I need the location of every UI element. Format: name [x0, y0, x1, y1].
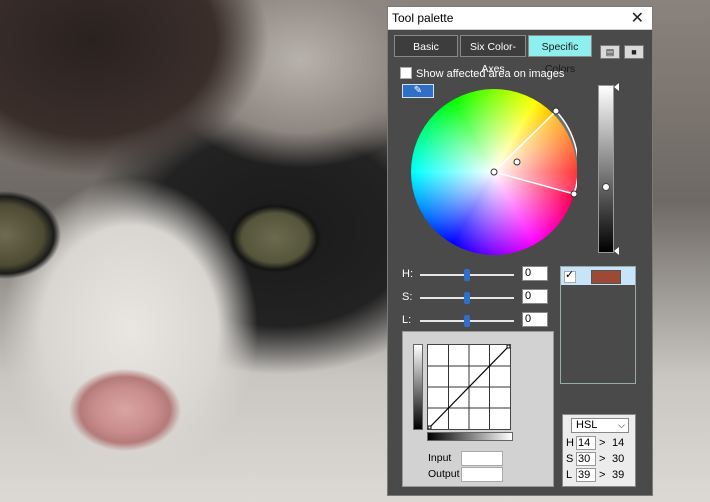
slider-s-input[interactable]: 0 — [522, 289, 548, 304]
slider-s-knob[interactable] — [464, 292, 470, 304]
folder-icon[interactable]: ▤ — [600, 45, 620, 59]
hsl-s-output: 30 — [612, 453, 625, 465]
tone-curve-panel: Input Output — [402, 331, 554, 487]
tab-six-color-axes[interactable]: Six Color-Axes — [460, 35, 526, 75]
slider-s-label: S: — [402, 291, 413, 303]
color-mode-value: HSL — [576, 419, 598, 431]
hsl-s-input[interactable]: 30 — [576, 452, 596, 466]
hsl-h-label: H — [566, 437, 574, 449]
color-mode-select[interactable]: HSL ⌵ — [571, 418, 629, 433]
hsl-l-label: L — [566, 469, 573, 481]
slider-l-input[interactable]: 0 — [522, 312, 548, 327]
hsl-l-input[interactable]: 39 — [576, 468, 596, 482]
slider-l-label: L: — [402, 314, 412, 326]
hsl-panel: HSL ⌵ H 14 > 14 S 30 > 30 L 39 > 39 — [562, 414, 636, 487]
tab-strip: Basic Six Color-Axes Specific Colors — [394, 35, 594, 75]
hsl-h-input[interactable]: 14 — [576, 436, 596, 450]
lightness-top-marker[interactable] — [614, 83, 619, 91]
slider-h-knob[interactable] — [464, 269, 470, 281]
slider-h-input[interactable]: 0 — [522, 266, 548, 281]
color-wheel[interactable] — [411, 89, 577, 255]
color-swatch[interactable] — [591, 270, 621, 284]
title-bar[interactable]: Tool palette ✕ — [388, 7, 652, 30]
hsl-s-label: S — [566, 453, 574, 465]
input-field[interactable] — [461, 451, 503, 466]
save-icon[interactable]: ■ — [624, 45, 644, 59]
eyedropper-icon[interactable]: ✎ — [402, 84, 434, 98]
chevron-down-icon: ⌵ — [618, 420, 625, 430]
arrow-icon: > — [599, 437, 606, 449]
checkbox-icon[interactable] — [400, 67, 412, 79]
output-field[interactable] — [461, 467, 503, 482]
window-title: Tool palette — [392, 11, 454, 25]
slider-l-knob[interactable] — [464, 315, 470, 327]
arrow-icon: > — [599, 469, 606, 481]
tab-specific-colors[interactable]: Specific Colors — [528, 35, 592, 75]
lightness-bottom-marker[interactable] — [614, 247, 619, 255]
hsl-l-output: 39 — [612, 469, 625, 481]
specific-color-list[interactable]: ✓ — [560, 266, 636, 384]
slider-h-label: H: — [402, 268, 413, 280]
lightness-knob[interactable] — [602, 183, 610, 191]
tool-palette-window: Tool palette ✕ Basic Six Color-Axes Spec… — [387, 6, 653, 496]
arrow-icon: > — [599, 453, 606, 465]
output-gradient-bar — [413, 344, 423, 430]
show-affected-area-label: Show affected area on images — [416, 68, 565, 80]
close-icon[interactable]: ✕ — [631, 8, 644, 28]
list-item[interactable]: ✓ — [561, 267, 635, 285]
lightness-bar[interactable] — [598, 85, 614, 253]
tone-curve-graph[interactable] — [427, 344, 511, 430]
hsl-h-output: 14 — [612, 437, 625, 449]
show-affected-area-checkbox[interactable]: Show affected area on images — [400, 67, 564, 80]
tab-basic[interactable]: Basic — [394, 35, 458, 57]
input-label: Input — [428, 452, 452, 464]
checkmark-icon: ✓ — [565, 269, 575, 281]
output-label: Output — [428, 468, 460, 480]
input-gradient-bar — [427, 432, 513, 441]
